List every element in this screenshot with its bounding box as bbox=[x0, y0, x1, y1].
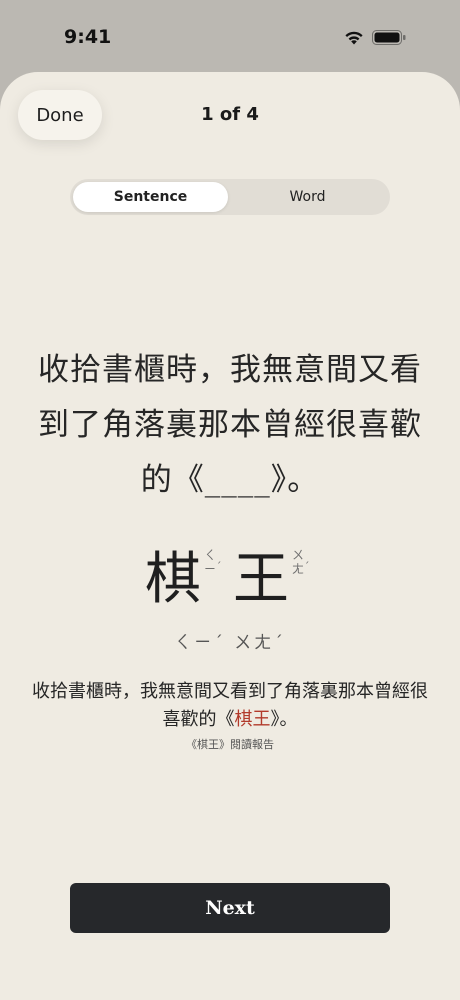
segment-sentence[interactable]: Sentence bbox=[73, 182, 228, 212]
example-text: 》。 bbox=[270, 709, 298, 730]
cloze-sentence: 收拾書櫃時，我無意間又看到了角落裏那本曾經很喜歡的《____》。 bbox=[38, 352, 422, 498]
word-char: 王 bbox=[233, 547, 289, 612]
zhuyin-symbol: ㄨ bbox=[291, 548, 304, 562]
status-bar: 9:41 bbox=[0, 0, 460, 72]
next-button[interactable]: Next bbox=[70, 883, 390, 933]
zhuyin-symbol: ㄑ bbox=[203, 548, 216, 562]
zhuyin-tone: ˊ bbox=[304, 560, 310, 573]
page-counter: 1 of 4 bbox=[201, 104, 259, 125]
segment-word[interactable]: Word bbox=[230, 182, 385, 212]
target-word: 棋 ㄑ ㄧ ˊ 王 ㄨ ㄤ ˊ bbox=[0, 534, 460, 614]
zhuyin-tone: ˊ bbox=[216, 560, 222, 573]
battery-icon bbox=[372, 30, 406, 45]
mode-segmented-control: Sentence Word bbox=[70, 179, 390, 215]
example-highlight: 棋王 bbox=[234, 709, 271, 730]
bopomofo-reading: ㄑㄧˊ ㄨㄤˊ bbox=[174, 633, 286, 653]
wifi-icon bbox=[345, 31, 363, 45]
status-time: 9:41 bbox=[64, 26, 112, 48]
zhuyin-symbol: ㄤ bbox=[291, 562, 304, 576]
example-sentence: 收拾書櫃時，我無意間又看到了角落裏那本曾經很喜歡的《棋王》。 bbox=[30, 678, 430, 734]
example-source: 《棋王》閱讀報告 bbox=[186, 738, 274, 751]
example-text: 收拾書櫃時，我無意間又看到了角落裏那本曾經很喜歡的《 bbox=[32, 681, 428, 730]
word-char: 棋 bbox=[145, 547, 201, 612]
zhuyin-symbol: ㄧ bbox=[203, 562, 216, 576]
